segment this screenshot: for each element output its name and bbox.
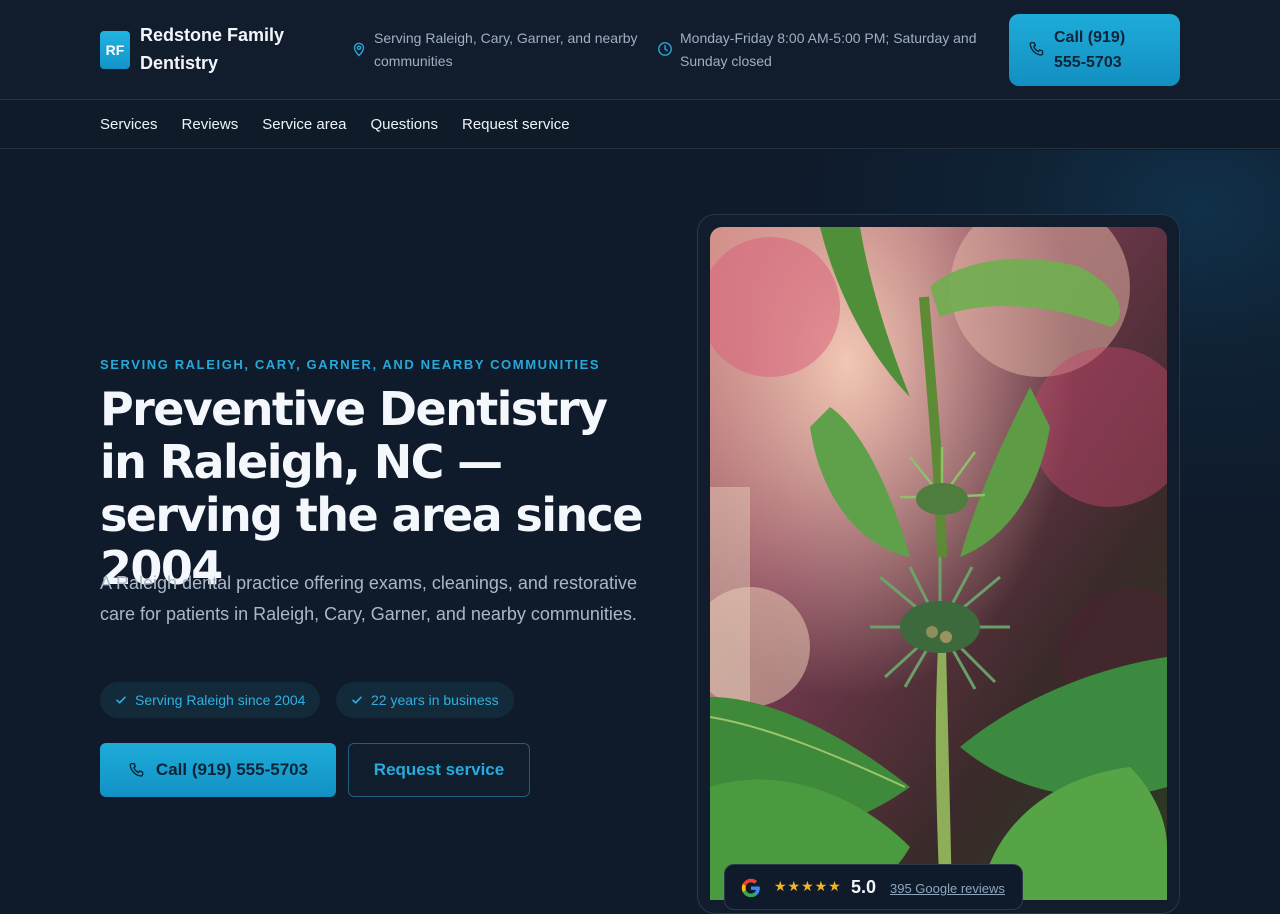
header-call-button[interactable]: Call (919) 555-5703 — [1009, 14, 1180, 86]
rating-value: 5.0 — [851, 877, 877, 897]
nav-links: Services Reviews Service area Questions … — [100, 101, 570, 148]
badge-years-in-business: 22 years in business — [336, 682, 514, 718]
phone-icon — [1028, 40, 1046, 58]
brand-name[interactable]: Redstone Family Dentistry — [140, 21, 320, 77]
map-pin-icon — [351, 41, 367, 57]
nav-item-questions[interactable]: Questions — [370, 116, 438, 133]
hero-call-label: Call (919) 555-5703 — [155, 760, 309, 779]
badge-label: 22 years in business — [371, 692, 499, 708]
service-area-text: Serving Raleigh, Cary, Garner, and nearb… — [374, 30, 638, 69]
hero-description: A Raleigh dental practice offering exams… — [100, 573, 637, 624]
header-call-label: Call (919) 555-5703 — [1054, 29, 1126, 71]
badge-label: Serving Raleigh since 2004 — [135, 692, 306, 708]
hero-eyebrow: SERVING RALEIGH, CARY, GARNER, AND NEARB… — [100, 357, 601, 372]
hero-plant-photo — [710, 227, 1167, 900]
logo-text: RF — [105, 42, 125, 58]
phone-icon — [128, 761, 146, 779]
hero-call-button[interactable]: Call (919) 555-5703 — [100, 743, 336, 797]
site-header: RF Redstone Family Dentistry Serving Ral… — [0, 0, 1280, 100]
request-service-label: Request service — [373, 760, 505, 779]
badge-serving-since: Serving Raleigh since 2004 — [100, 682, 321, 718]
hours-text: Monday-Friday 8:00 AM-5:00 PM; Saturday … — [680, 30, 977, 69]
nav-item-service-area[interactable]: Service area — [262, 116, 346, 133]
nav-item-services[interactable]: Services — [100, 116, 158, 133]
google-icon — [740, 877, 762, 899]
clock-icon — [657, 41, 673, 57]
hero-title: Preventive Dentistry in Raleigh, NC — se… — [100, 382, 643, 595]
google-review-badge: ★★★★★ 5.0 395 Google reviews — [724, 864, 1023, 910]
hero-request-service-button[interactable]: Request service — [348, 743, 530, 797]
google-reviews-link[interactable]: 395 Google reviews — [890, 881, 1005, 896]
check-icon — [351, 694, 363, 706]
nav-item-request-service[interactable]: Request service — [462, 116, 570, 133]
main-nav: Services Reviews Service area Questions … — [0, 101, 1280, 149]
star-rating-icons: ★★★★★ — [774, 878, 842, 894]
logo-badge[interactable]: RF — [100, 31, 130, 69]
check-icon — [115, 694, 127, 706]
nav-item-reviews[interactable]: Reviews — [182, 116, 239, 133]
